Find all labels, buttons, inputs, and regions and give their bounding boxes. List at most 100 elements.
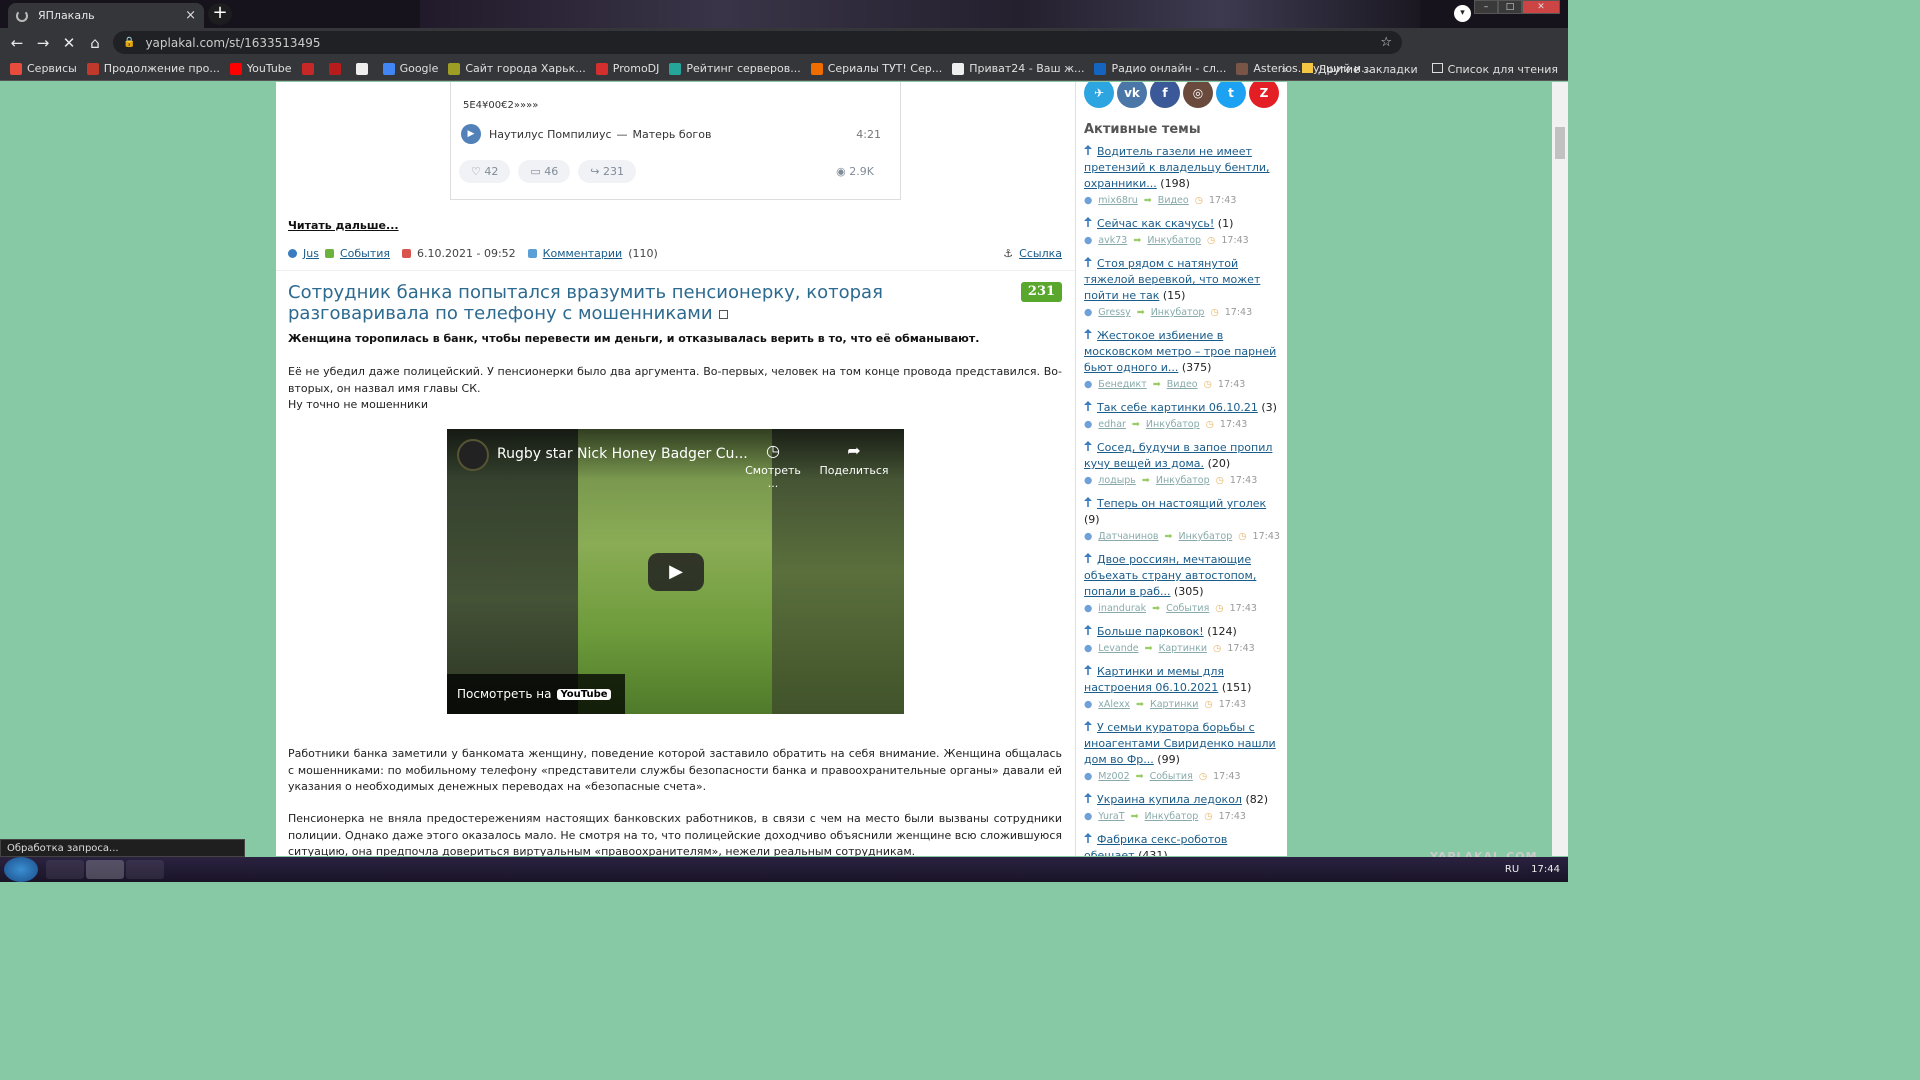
twitter-icon[interactable]: t — [1216, 82, 1246, 108]
tab-close-icon[interactable]: × — [185, 8, 196, 23]
bookmark-item[interactable]: Сервисы — [10, 62, 77, 75]
tab-search-icon[interactable]: ▾ — [1454, 5, 1471, 22]
topic-category[interactable]: События — [1150, 771, 1193, 782]
start-button[interactable] — [4, 857, 38, 882]
topic-category[interactable]: Видео — [1167, 379, 1198, 390]
bookmarks-overflow[interactable]: » — [1281, 63, 1288, 76]
language-indicator[interactable]: RU — [1505, 864, 1519, 875]
topic-link[interactable]: Так себе картинки 06.10.21 — [1097, 401, 1258, 414]
bookmark-item[interactable]: Приват24 - Ваш ж... — [952, 62, 1084, 75]
reading-list[interactable]: Список для чтения — [1431, 62, 1558, 76]
topic-author[interactable]: Датчанинов — [1098, 531, 1158, 542]
permalink[interactable]: Ссылка — [1019, 247, 1062, 260]
topic-link[interactable]: Больше парковок! — [1097, 625, 1204, 638]
home-button[interactable]: ⌂ — [82, 34, 108, 52]
topic-author[interactable]: xAlexx — [1098, 699, 1130, 710]
topic-author[interactable]: YuraT — [1098, 811, 1124, 822]
app-taskbar-icon[interactable] — [126, 860, 164, 879]
youtube-embed[interactable]: Rugby star Nick Honey Badger Cu... ◷ Смот… — [447, 429, 904, 714]
chrome-taskbar-icon[interactable] — [86, 860, 124, 879]
clock[interactable]: 17:44 — [1531, 864, 1560, 875]
back-button[interactable]: ← — [4, 34, 30, 52]
topic-category[interactable]: Инкубатор — [1145, 811, 1199, 822]
topic-category[interactable]: Картинки — [1159, 643, 1207, 654]
topic-category[interactable]: Видео — [1158, 195, 1189, 206]
maximize-button[interactable]: □ — [1498, 0, 1522, 14]
bookmark-item[interactable]: PromoDJ — [595, 62, 659, 75]
audio-track[interactable]: ▶ Наутилус Помпилиус — Матерь богов 4:21 — [461, 124, 881, 144]
topic-author[interactable]: Gressy — [1098, 307, 1130, 318]
topic-category[interactable]: Картинки — [1150, 699, 1198, 710]
bookmark-item[interactable]: Радио онлайн - сл... — [1094, 62, 1226, 75]
play-icon[interactable]: ▶ — [461, 124, 481, 144]
topic-link[interactable]: Картинки и мемы для настроения 06.10.202… — [1084, 665, 1224, 694]
facebook-icon[interactable]: f — [1150, 82, 1180, 108]
video-share-button[interactable]: ➦ Поделиться — [819, 441, 889, 477]
topic-category[interactable]: Инкубатор — [1156, 475, 1210, 486]
topic-link[interactable]: Сосед, будучи в запое пропил кучу вещей … — [1084, 441, 1272, 470]
other-bookmarks-folder[interactable]: Другие закладки — [1301, 62, 1418, 76]
minimize-button[interactable]: – — [1474, 0, 1498, 14]
topic-category[interactable]: Инкубатор — [1146, 419, 1200, 430]
bookmark-item[interactable]: Продолжение про... — [86, 62, 220, 75]
comment-button[interactable]: ▭ 46 — [518, 160, 571, 183]
topic-link[interactable]: Украина купила ледокол — [1097, 793, 1242, 806]
new-tab-button[interactable]: + — [208, 3, 232, 25]
address-bar[interactable]: 🔒 yaplakal.com/st/1633513495 ☆ — [113, 31, 1402, 54]
bookmark-item[interactable]: YouTube — [229, 62, 292, 75]
bookmark-item[interactable]: Рейтинг серверов... — [669, 62, 801, 75]
browser-titlebar: ЯПлакаль × + ▾ – □ ✕ — [0, 0, 1568, 28]
bookmark-item[interactable] — [355, 62, 373, 75]
topic-author[interactable]: Бенедикт — [1098, 379, 1146, 390]
url-text[interactable]: yaplakal.com/st/1633513495 — [145, 36, 320, 50]
topic-author[interactable]: лодырь — [1098, 475, 1136, 486]
bookmark-item[interactable]: Сайт города Харьк... — [448, 62, 586, 75]
topic-link[interactable]: Теперь он настоящий уголек — [1097, 497, 1266, 510]
tab-active[interactable]: ЯПлакаль × — [8, 3, 204, 28]
scrollbar-thumb[interactable] — [1555, 127, 1565, 159]
zen-icon[interactable]: Z — [1249, 82, 1279, 108]
topic-link[interactable]: Двое россиян, мечтающие объехать страну … — [1084, 553, 1256, 598]
comments-link[interactable]: Комментарии — [543, 247, 623, 260]
topic-author[interactable]: Mz002 — [1098, 771, 1129, 782]
topic-category[interactable]: Инкубатор — [1147, 235, 1201, 246]
video-play-button[interactable]: ▶ — [648, 553, 704, 591]
open-new-window-icon[interactable] — [718, 310, 728, 319]
telegram-icon[interactable]: ✈ — [1084, 82, 1114, 108]
page-scrollbar[interactable] — [1552, 82, 1568, 856]
close-window-button[interactable]: ✕ — [1522, 0, 1560, 14]
lock-icon[interactable]: 🔒 — [123, 37, 135, 48]
video-title[interactable]: Rugby star Nick Honey Badger Cu... — [497, 446, 748, 462]
topic-author[interactable]: edhar — [1098, 419, 1126, 430]
video-share-label: Поделиться — [819, 464, 889, 477]
share-button[interactable]: ↪ 231 — [578, 160, 636, 183]
topic-author[interactable]: Levande — [1098, 643, 1138, 654]
watch-on-youtube-button[interactable]: Посмотреть на YouTube — [447, 674, 625, 714]
bookmark-item[interactable] — [301, 62, 319, 75]
topic-category[interactable]: Инкубатор — [1151, 307, 1205, 318]
topic-author[interactable]: mix68ru — [1098, 195, 1138, 206]
post-title[interactable]: Сотрудник банка попытался вразумить пенс… — [288, 282, 1008, 324]
read-more-link[interactable]: Читать дальше... — [288, 219, 399, 232]
instagram-icon[interactable]: ◎ — [1183, 82, 1213, 108]
category-link[interactable]: События — [340, 247, 390, 260]
forward-button[interactable]: → — [30, 34, 56, 52]
explorer-taskbar-icon[interactable] — [46, 860, 84, 879]
topic-link[interactable]: Сейчас как скачусь! — [1097, 217, 1214, 230]
post-title-text[interactable]: Сотрудник банка попытался вразумить пенс… — [288, 282, 883, 324]
bookmark-item[interactable]: Google — [382, 62, 438, 75]
topic-category[interactable]: Инкубатор — [1179, 531, 1233, 542]
stop-button[interactable]: ✕ — [56, 34, 82, 52]
bookmark-item[interactable] — [328, 62, 346, 75]
bookmark-star-icon[interactable]: ☆ — [1380, 35, 1392, 50]
vk-icon[interactable]: vk — [1117, 82, 1147, 108]
topic-author[interactable]: inandurak — [1098, 603, 1146, 614]
topic-link[interactable]: Жестокое избиение в московском метро – т… — [1084, 329, 1276, 374]
like-button[interactable]: ♡ 42 — [459, 160, 511, 183]
watch-later-button[interactable]: ◷ Смотреть ... — [740, 441, 806, 490]
topic-author[interactable]: avk73 — [1098, 235, 1127, 246]
topic-category[interactable]: События — [1166, 603, 1209, 614]
bookmark-item[interactable]: Сериалы ТУТ! Сер... — [810, 62, 942, 75]
author-link[interactable]: Jus — [303, 247, 319, 260]
channel-avatar[interactable] — [457, 439, 489, 471]
